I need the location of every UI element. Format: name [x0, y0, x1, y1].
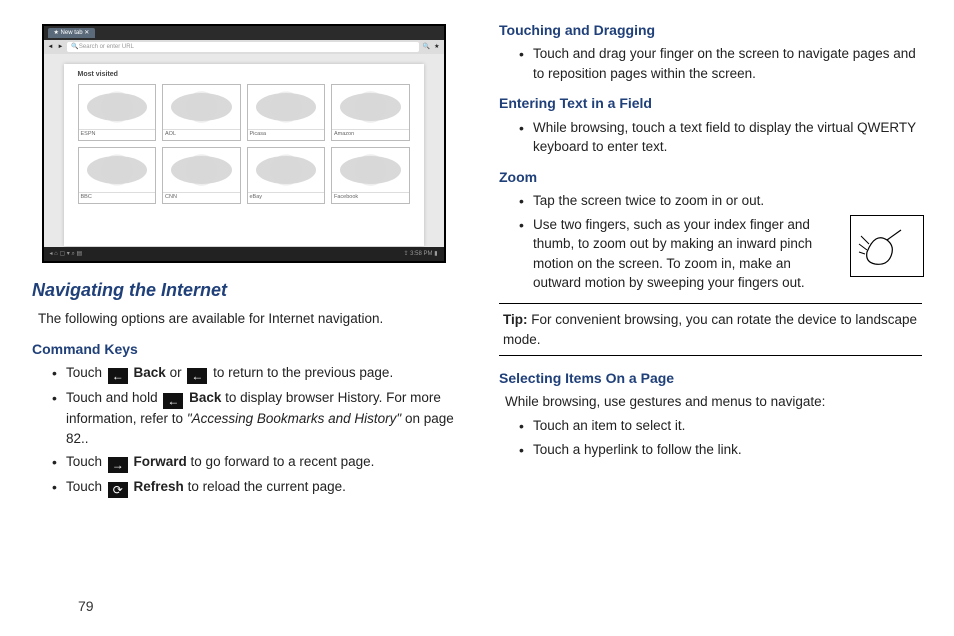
section-title: Navigating the Internet	[32, 277, 457, 303]
browser-tab-bar: ★ New tab ✕	[44, 26, 444, 40]
most-visited-label: Most visited	[78, 70, 410, 80]
list-item: Tap the screen twice to zoom in or out.	[519, 191, 924, 211]
left-column: ★ New tab ✕ ◄ ► 🔍 Search or enter URL 🔍 …	[30, 20, 457, 502]
tip-text: For convenient browsing, you can rotate …	[503, 312, 917, 347]
search-icon: 🔍	[423, 43, 430, 52]
forward-icon: ►	[57, 43, 63, 52]
command-keys-heading: Command Keys	[32, 339, 457, 359]
site-thumb: AOL	[162, 84, 241, 141]
site-thumb: ESPN	[78, 84, 157, 141]
right-column: Touching and Dragging Touch and drag you…	[497, 20, 924, 502]
list-item: Touch → Forward to go forward to a recen…	[52, 452, 457, 473]
page-number: 79	[78, 598, 94, 614]
command-keys-list: Touch ← Back or ← to return to the previ…	[30, 363, 457, 498]
zoom-heading: Zoom	[499, 167, 924, 187]
site-thumb: Amazon	[331, 84, 410, 141]
list-item: Touch ⟳ Refresh to reload the current pa…	[52, 477, 457, 498]
list-item: Touch and hold ← Back to display browser…	[52, 388, 457, 448]
most-visited-panel: Most visited ESPN AOL Picasa Amazon BBC …	[64, 64, 424, 246]
url-field: 🔍 Search or enter URL	[67, 42, 418, 52]
list-item: Use two fingers, such as your index fing…	[519, 215, 924, 293]
pinch-gesture-icon	[850, 215, 924, 277]
list-item: While browsing, touch a text field to di…	[519, 118, 924, 157]
site-thumb: CNN	[162, 147, 241, 204]
forward-arrow-icon: →	[108, 457, 128, 473]
enter-text-list: While browsing, touch a text field to di…	[497, 118, 924, 157]
list-item: Touch ← Back or ← to return to the previ…	[52, 363, 457, 384]
list-item: Touch and drag your finger on the screen…	[519, 44, 924, 83]
site-thumb: BBC	[78, 147, 157, 204]
refresh-icon: ⟳	[108, 482, 128, 498]
selecting-items-intro: While browsing, use gestures and menus t…	[505, 392, 924, 412]
browser-tab: ★ New tab ✕	[48, 28, 96, 39]
back-arrow-icon: ←	[187, 368, 207, 384]
touch-drag-heading: Touching and Dragging	[499, 20, 924, 40]
section-intro: The following options are available for …	[38, 309, 457, 329]
list-item: Touch a hyperlink to follow the link.	[519, 440, 924, 460]
zoom-list: Tap the screen twice to zoom in or out. …	[497, 191, 924, 293]
back-icon: ◄	[48, 43, 54, 52]
tip-label: Tip:	[503, 312, 528, 327]
enter-text-heading: Entering Text in a Field	[499, 93, 924, 113]
list-item: Touch an item to select it.	[519, 416, 924, 436]
device-navbar: ◂ ⌂ ▢ ▾ ⌕ ▤ ⇪ 3:58 PM ▮	[44, 247, 444, 261]
touch-drag-list: Touch and drag your finger on the screen…	[497, 44, 924, 83]
site-thumb: Facebook	[331, 147, 410, 204]
site-thumb: Picasa	[247, 84, 326, 141]
back-arrow-icon: ←	[163, 393, 183, 409]
site-thumb: eBay	[247, 147, 326, 204]
back-arrow-icon: ←	[108, 368, 128, 384]
browser-screenshot: ★ New tab ✕ ◄ ► 🔍 Search or enter URL 🔍 …	[42, 24, 446, 263]
selecting-items-list: Touch an item to select it. Touch a hype…	[497, 416, 924, 459]
selecting-items-heading: Selecting Items On a Page	[499, 368, 924, 388]
star-icon: ★	[434, 43, 439, 52]
tip-box: Tip: For convenient browsing, you can ro…	[499, 303, 922, 356]
browser-toolbar: ◄ ► 🔍 Search or enter URL 🔍 ★	[44, 40, 444, 54]
